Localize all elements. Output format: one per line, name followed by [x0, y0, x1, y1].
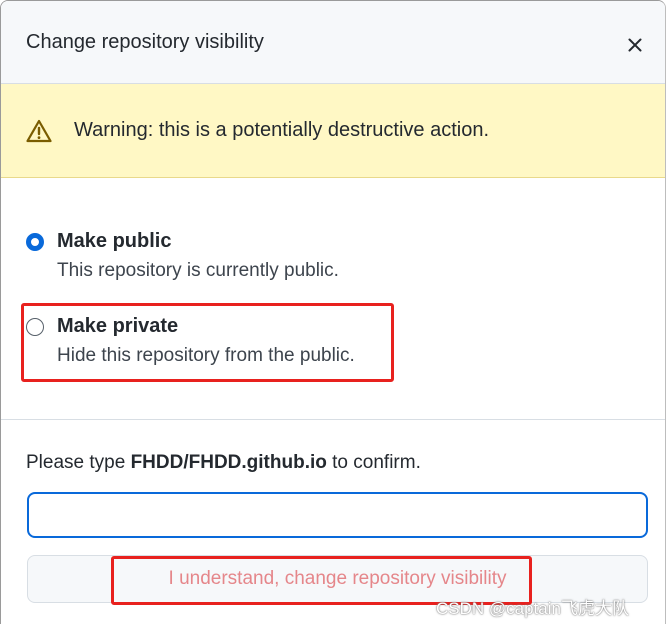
- alert-triangle-icon: [26, 119, 52, 143]
- option-description-private: Hide this repository from the public.: [57, 345, 355, 366]
- warning-banner: Warning: this is a potentially destructi…: [1, 84, 665, 178]
- confirm-repo-input[interactable]: [27, 492, 648, 538]
- option-make-private[interactable]: Make private Hide this repository from t…: [26, 315, 626, 375]
- radio-make-public[interactable]: [26, 233, 44, 251]
- confirm-instruction: Please type FHDD/FHDD.github.io to confi…: [26, 452, 421, 474]
- warning-text: Warning: this is a potentially destructi…: [74, 119, 490, 141]
- confirm-prefix: Please type: [26, 452, 131, 473]
- option-label-private: Make private: [57, 315, 179, 337]
- option-label-public: Make public: [57, 230, 172, 252]
- confirm-suffix: to confirm.: [326, 452, 421, 473]
- watermark: CSDN @captain飞虎大队: [436, 599, 629, 618]
- visibility-dialog: Change repository visibility Warning: th…: [0, 0, 666, 624]
- option-make-public[interactable]: Make public This repository is currently…: [26, 230, 626, 290]
- dialog-header: Change repository visibility: [1, 1, 665, 84]
- close-button[interactable]: [621, 31, 649, 59]
- radio-make-private[interactable]: [26, 318, 44, 336]
- option-description-public: This repository is currently public.: [57, 260, 339, 281]
- section-divider: [1, 419, 665, 420]
- repo-name: FHDD/FHDD.github.io: [130, 452, 327, 473]
- dialog-title: Change repository visibility: [26, 31, 264, 53]
- close-icon: [628, 38, 642, 52]
